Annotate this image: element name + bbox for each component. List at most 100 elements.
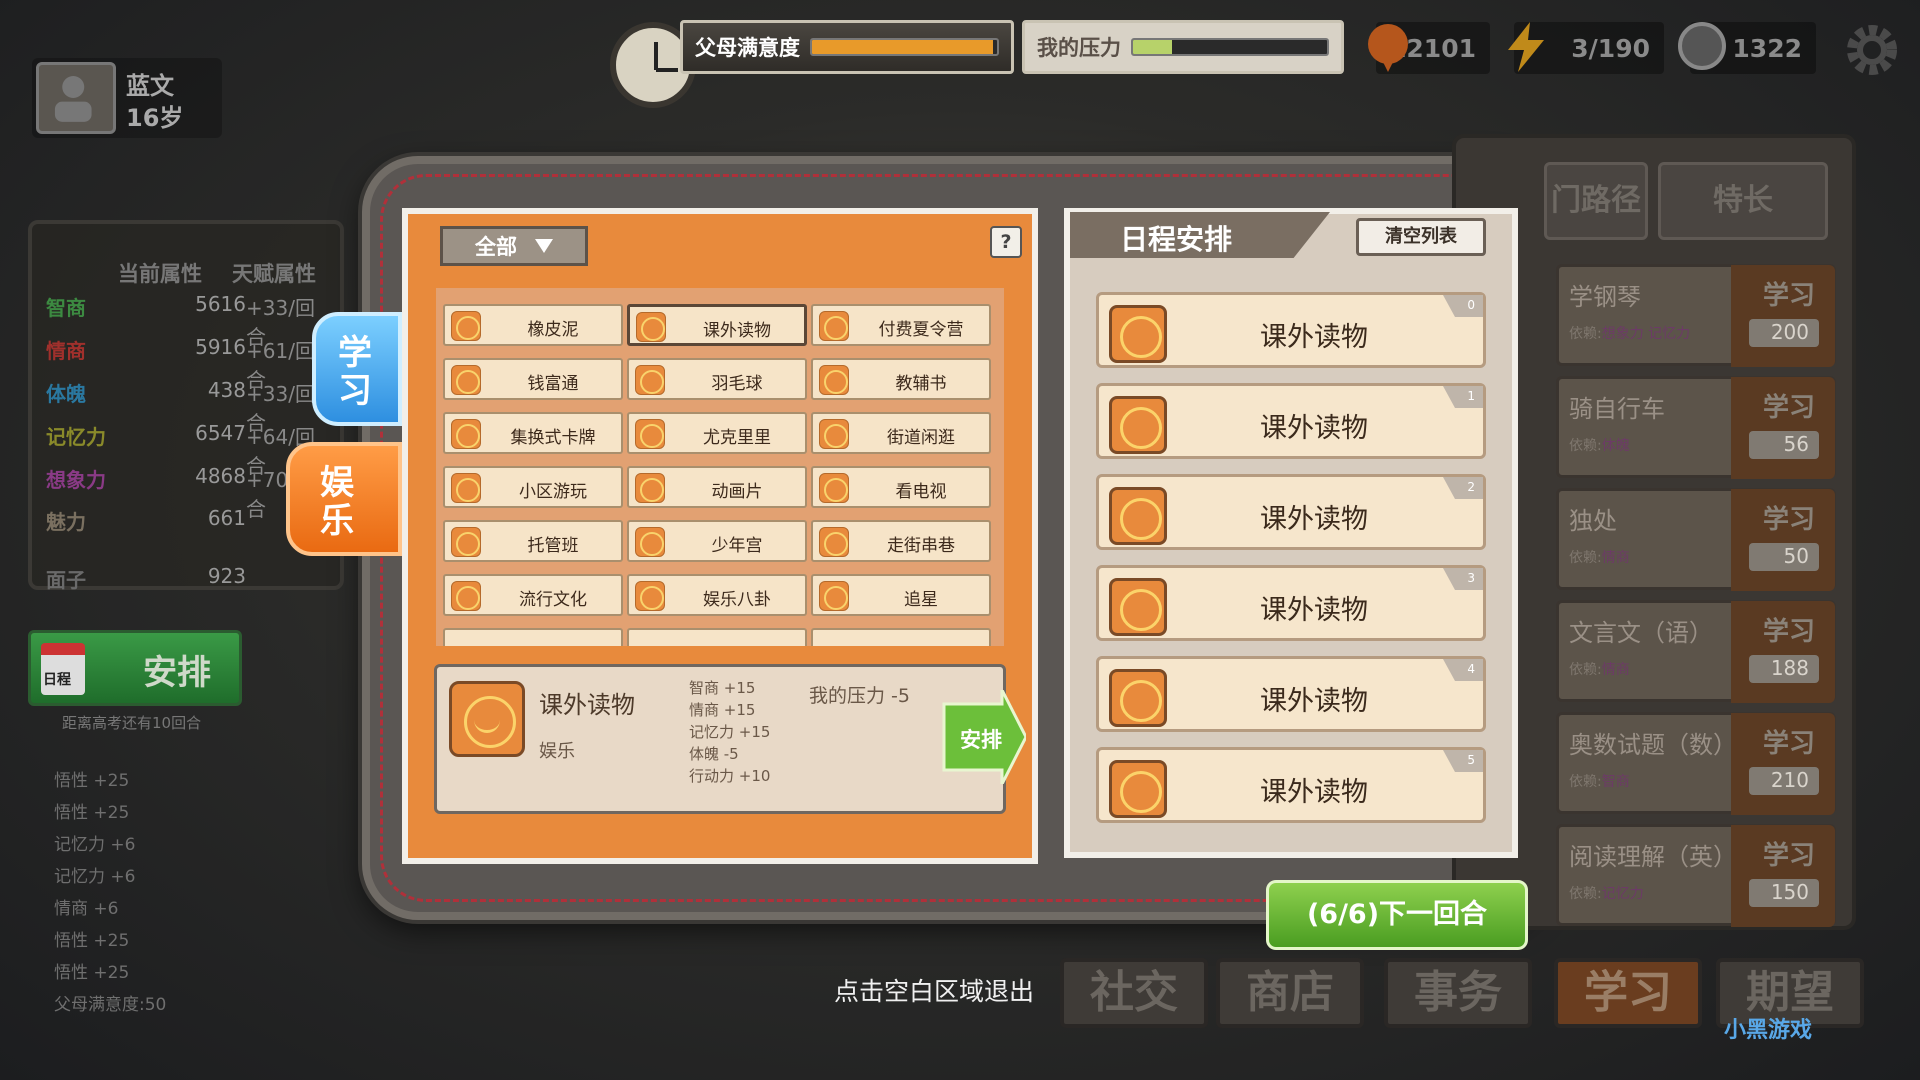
exam-countdown: 距离高考还有10回合 <box>62 714 202 732</box>
chevron-down-icon <box>535 239 553 253</box>
learn-skill-button[interactable]: 学习 50 <box>1731 489 1835 591</box>
talent-attr-header: 天赋属性 <box>232 262 316 286</box>
schedule-slot[interactable]: 课外读物 5 <box>1096 747 1486 823</box>
activity-label: 集换式卡牌 <box>510 428 596 448</box>
activity-item[interactable] <box>811 628 991 646</box>
activity-label: 尤克里里 <box>703 428 771 448</box>
activity-item[interactable]: 走街串巷 <box>811 520 991 562</box>
current-attr-header: 当前属性 <box>118 262 202 286</box>
skill-dependency-value: 想象力 记忆力 <box>1601 326 1691 342</box>
activity-item[interactable] <box>443 628 623 646</box>
skill-dependency-value: 体魄 <box>1601 438 1630 454</box>
smiley-icon <box>1109 669 1167 727</box>
arrange-schedule-button[interactable]: 日程 安排 <box>28 630 242 706</box>
slot-index: 3 <box>1443 568 1483 590</box>
avatar[interactable] <box>36 62 116 134</box>
skill-dependency: 依赖:智商 <box>1569 771 1630 791</box>
clear-list-button[interactable]: 清空列表 <box>1356 218 1486 256</box>
activity-item[interactable]: 橡皮泥 <box>443 304 623 346</box>
activity-label: 课外读物 <box>703 321 771 341</box>
activity-item[interactable]: 羽毛球 <box>627 358 807 400</box>
arrange-activity-button[interactable]: 安排 <box>942 689 1028 785</box>
slot-index: 4 <box>1443 659 1483 681</box>
nav-button[interactable]: 事务 <box>1384 958 1532 1028</box>
activity-item[interactable]: 尤克里里 <box>627 412 807 454</box>
person-icon <box>54 76 92 122</box>
log-entry: 悟性 +25 <box>54 803 130 823</box>
activity-item[interactable]: 钱富通 <box>443 358 623 400</box>
learn-label: 学习 <box>1762 617 1815 647</box>
skill-cost: 188 <box>1749 655 1819 683</box>
activity-item[interactable]: 课外读物 <box>627 304 807 346</box>
activity-label: 付费夏令营 <box>878 320 964 340</box>
attribute-name: 记忆力 <box>46 425 106 449</box>
tab-path[interactable]: 门路径 <box>1544 162 1648 240</box>
nav-button[interactable]: 学习 <box>1554 958 1702 1028</box>
activity-label: 街道闲逛 <box>887 428 955 448</box>
activity-item[interactable]: 街道闲逛 <box>811 412 991 454</box>
activity-item[interactable]: 娱乐八卦 <box>627 574 807 616</box>
help-button[interactable]: ? <box>990 226 1022 258</box>
gear-icon[interactable] <box>1842 20 1902 80</box>
learn-label: 学习 <box>1762 281 1815 311</box>
next-round-button[interactable]: (6/6)下一回合 <box>1266 880 1528 950</box>
activity-item[interactable]: 小区游玩 <box>443 466 623 508</box>
tab-fun[interactable]: 娱乐 <box>286 442 402 556</box>
learn-skill-button[interactable]: 学习 210 <box>1731 713 1835 815</box>
exit-hint: 点击空白区域退出 <box>834 977 1035 1006</box>
category-filter-dropdown[interactable]: 全部 <box>440 226 588 266</box>
lightning-icon <box>1508 22 1544 72</box>
skill-name: 骑自行车 <box>1569 395 1665 423</box>
activity-label: 羽毛球 <box>711 374 763 394</box>
smiley-icon <box>636 312 666 342</box>
smiley-icon <box>819 419 849 449</box>
arrange-label: 安排 <box>143 653 211 693</box>
activity-item[interactable]: 集换式卡牌 <box>443 412 623 454</box>
parent-satisfaction-label: 父母满意度 <box>695 36 800 60</box>
tab-specialty[interactable]: 特长 <box>1658 162 1828 240</box>
smiley-icon <box>819 527 849 557</box>
skill-dependency: 依赖:情商 <box>1569 659 1630 679</box>
schedule-slot[interactable]: 课外读物 0 <box>1096 292 1486 368</box>
attribute-value: 5916 <box>195 335 246 359</box>
slot-index: 5 <box>1443 750 1483 772</box>
slot-index: 1 <box>1443 386 1483 408</box>
smiley-icon <box>819 311 849 341</box>
learn-skill-button[interactable]: 学习 56 <box>1731 377 1835 479</box>
schedule-slot[interactable]: 课外读物 1 <box>1096 383 1486 459</box>
skill-name: 学钢琴 <box>1569 283 1641 311</box>
learn-skill-button[interactable]: 学习 200 <box>1731 265 1835 367</box>
coin-bag-icon <box>1368 24 1408 72</box>
activity-item[interactable]: 看电视 <box>811 466 991 508</box>
log-entry: 悟性 +25 <box>54 931 130 951</box>
schedule-slot[interactable]: 课外读物 3 <box>1096 565 1486 641</box>
tab-study[interactable]: 学习 <box>312 312 402 426</box>
activity-item[interactable]: 追星 <box>811 574 991 616</box>
smiley-icon <box>635 419 665 449</box>
slot-label: 课外读物 <box>1260 595 1368 626</box>
detail-effect: 记忆力 +15 <box>689 723 771 741</box>
activity-label: 少年宫 <box>711 536 763 556</box>
nav-button[interactable]: 社交 <box>1060 958 1208 1028</box>
activity-item[interactable] <box>627 628 807 646</box>
slot-label: 课外读物 <box>1260 322 1368 353</box>
activity-item[interactable]: 流行文化 <box>443 574 623 616</box>
learn-label: 学习 <box>1762 505 1815 535</box>
schedule-slot[interactable]: 课外读物 4 <box>1096 656 1486 732</box>
skill-dependency-label: 依赖: <box>1569 886 1602 902</box>
skill-dependency: 依赖:体魄 <box>1569 435 1630 455</box>
activity-label: 流行文化 <box>519 590 587 610</box>
activity-grid: 橡皮泥 课外读物 付费夏令营钱富通 羽毛球 教辅书集换式卡牌 尤克里里 街道闲逛小区游玩 动画… <box>436 288 1004 646</box>
skill-dependency: 依赖:想象力 记忆力 <box>1569 323 1690 343</box>
nav-button[interactable]: 商店 <box>1216 958 1364 1028</box>
schedule-slot[interactable]: 课外读物 2 <box>1096 474 1486 550</box>
activity-item[interactable]: 动画片 <box>627 466 807 508</box>
log-entry: 情商 +6 <box>54 899 119 919</box>
attribute-value: 4868 <box>195 464 246 488</box>
learn-skill-button[interactable]: 学习 188 <box>1731 601 1835 703</box>
learn-skill-button[interactable]: 学习 150 <box>1731 825 1835 927</box>
activity-item[interactable]: 教辅书 <box>811 358 991 400</box>
activity-item[interactable]: 少年宫 <box>627 520 807 562</box>
activity-item[interactable]: 托管班 <box>443 520 623 562</box>
activity-item[interactable]: 付费夏令营 <box>811 304 991 346</box>
